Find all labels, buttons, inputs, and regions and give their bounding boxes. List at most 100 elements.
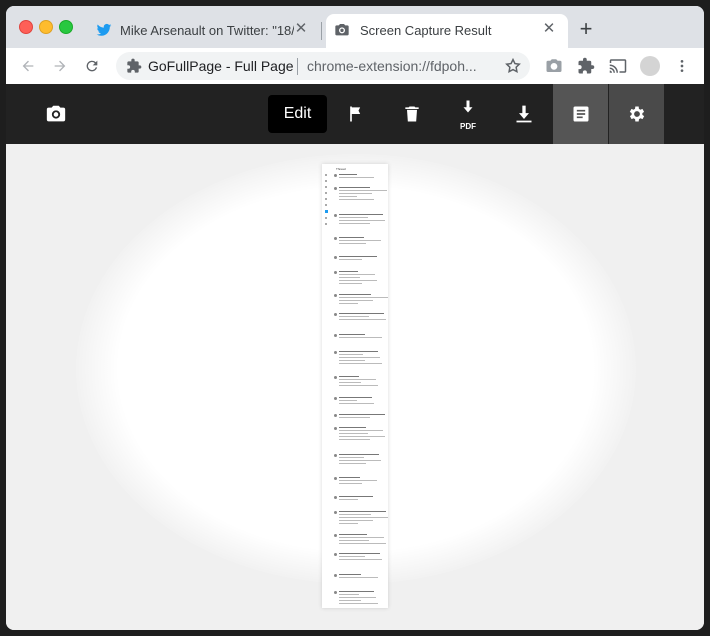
capture-preview-area: Thread	[6, 144, 704, 630]
tab-twitter[interactable]: Mike Arsenault on Twitter: "18/ ✕	[88, 14, 320, 48]
download-pdf-icon	[463, 100, 473, 113]
tab-title: Mike Arsenault on Twitter: "18/	[120, 23, 294, 38]
tweet-text-line	[339, 483, 362, 484]
tweet-text-line	[339, 354, 363, 355]
profile-avatar[interactable]	[640, 56, 660, 76]
pdf-label: PDF	[460, 122, 476, 131]
close-icon[interactable]: ✕	[540, 20, 558, 38]
arrow-right-icon	[54, 60, 66, 72]
forward-button[interactable]	[46, 52, 74, 80]
download-image-button[interactable]	[500, 84, 548, 144]
tweet-text-line	[339, 277, 360, 278]
tweet-text-line	[339, 240, 381, 241]
view-document-button[interactable]	[553, 84, 608, 144]
tweet-avatar	[334, 427, 337, 430]
tweet-avatar	[334, 511, 337, 514]
tweet-text-line	[339, 543, 386, 544]
tweet-text-line	[339, 427, 366, 428]
tweet-text-line	[339, 537, 384, 538]
download-pdf-button[interactable]: PDF	[444, 84, 492, 144]
puzzle-icon	[578, 57, 595, 74]
tweet-avatar	[334, 397, 337, 400]
address-bar[interactable]: GoFullPage - Full Page chrome-extension:…	[116, 52, 530, 80]
tweet-avatar	[334, 187, 337, 190]
thread-header: Thread	[336, 167, 346, 171]
tweet-avatar	[334, 534, 337, 537]
close-icon[interactable]: ✕	[292, 20, 310, 38]
tab-title: Screen Capture Result	[360, 23, 492, 38]
window-zoom-button[interactable]	[59, 20, 73, 34]
captured-page-thumbnail[interactable]: Thread	[322, 164, 388, 608]
tweet-text-line	[339, 199, 374, 200]
star-icon[interactable]	[504, 57, 522, 75]
tweet-text-line	[339, 379, 376, 380]
tweet-avatar	[334, 376, 337, 379]
tweet-text-line	[339, 591, 374, 592]
tweet-text-line	[339, 337, 382, 338]
tweet-text-line	[339, 376, 359, 377]
camera-icon	[546, 59, 562, 72]
tweet-avatar	[334, 454, 337, 457]
browser-window: Mike Arsenault on Twitter: "18/ ✕ Screen…	[6, 6, 704, 630]
tweet-text-line	[339, 237, 364, 238]
tweet-text-line	[339, 300, 373, 301]
tweet-text-line	[339, 193, 372, 194]
tweet-text-line	[339, 256, 377, 257]
tweet-avatar	[334, 256, 337, 259]
cast-button[interactable]	[604, 52, 632, 80]
tweet-text-line	[339, 520, 373, 521]
tweet-text-line	[339, 603, 378, 604]
tweet-avatar	[334, 477, 337, 480]
delete-button[interactable]	[388, 84, 436, 144]
tweet-text-line	[339, 457, 364, 458]
tweet-text-line	[339, 397, 372, 398]
new-tab-button[interactable]: +	[574, 18, 598, 42]
window-close-button[interactable]	[19, 20, 33, 34]
tweet-text-line	[339, 577, 378, 578]
tweet-text-line	[339, 385, 378, 386]
tab-strip: Mike Arsenault on Twitter: "18/ ✕ Screen…	[6, 6, 704, 48]
tweet-avatar	[334, 313, 337, 316]
new-capture-button[interactable]	[32, 84, 80, 144]
trash-icon	[405, 106, 419, 122]
tweet-text-line	[339, 319, 386, 320]
thumbnail-sidebar	[323, 170, 329, 229]
tweet-text-line	[339, 294, 371, 295]
tweet-avatar	[334, 574, 337, 577]
reload-button[interactable]	[78, 52, 106, 80]
tweet-text-line	[339, 436, 385, 437]
tweet-text-line	[339, 274, 375, 275]
window-minimize-button[interactable]	[39, 20, 53, 34]
tweet-avatar	[334, 334, 337, 337]
gofullpage-extension-button[interactable]	[540, 52, 568, 80]
flag-button[interactable]	[332, 84, 380, 144]
tweet-text-line	[339, 259, 362, 260]
tweet-text-line	[339, 351, 378, 352]
camera-icon	[335, 24, 349, 36]
tweet-text-line	[339, 177, 374, 178]
site-label: GoFullPage - Full Page	[148, 58, 294, 74]
chrome-menu-button[interactable]	[668, 52, 696, 80]
tweet-text-line	[339, 480, 377, 481]
tweet-text-line	[339, 363, 382, 364]
camera-icon	[46, 105, 66, 122]
tweet-text-line	[339, 556, 365, 557]
tweet-text-line	[339, 316, 369, 317]
tweet-text-line	[339, 499, 358, 500]
twitter-bird-icon	[96, 23, 112, 36]
tweet-text-line	[339, 600, 361, 601]
tweet-avatar	[334, 591, 337, 594]
tweet-text-line	[339, 190, 387, 191]
tweet-text-line	[339, 417, 370, 418]
tweet-text-line	[339, 553, 380, 554]
back-button[interactable]	[14, 52, 42, 80]
tweet-text-line	[339, 403, 374, 404]
settings-button[interactable]	[609, 84, 664, 144]
extensions-button[interactable]	[572, 52, 600, 80]
edit-button[interactable]: Edit	[268, 95, 327, 133]
reload-icon	[86, 60, 98, 72]
tweet-avatar	[334, 294, 337, 297]
tab-screen-capture[interactable]: Screen Capture Result ✕	[326, 14, 568, 48]
tweet-text-line	[339, 174, 357, 175]
tweet-text-line	[339, 477, 360, 478]
